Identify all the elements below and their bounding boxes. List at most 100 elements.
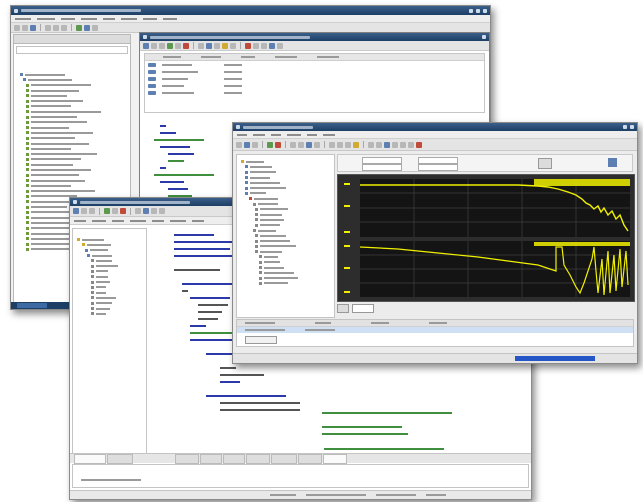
menu-item[interactable]: [237, 133, 247, 136]
toolbar-icon[interactable]: [89, 208, 95, 214]
close-icon[interactable]: [482, 35, 486, 39]
toolbar-icon[interactable]: [245, 42, 251, 49]
time-select[interactable]: [418, 164, 458, 171]
menu-item[interactable]: [192, 219, 204, 222]
toolbar-icon[interactable]: [214, 42, 220, 49]
table-row[interactable]: [237, 327, 633, 333]
menu-item[interactable]: [307, 133, 317, 136]
toolbar-icon[interactable]: [112, 208, 118, 214]
toolbar-icon[interactable]: [416, 141, 422, 148]
menu-item[interactable]: [271, 133, 281, 136]
menu-item[interactable]: [170, 219, 186, 222]
menu-item[interactable]: [103, 17, 115, 20]
toolbar-icon[interactable]: [252, 141, 258, 148]
tab-solution[interactable]: [74, 454, 106, 464]
menu-item[interactable]: [74, 219, 86, 222]
trigger-select[interactable]: [362, 164, 402, 171]
toolbar-icon[interactable]: [104, 208, 110, 214]
toolbar-icon[interactable]: [298, 141, 304, 148]
table-row[interactable]: [145, 82, 484, 89]
tab-locals[interactable]: [323, 454, 347, 464]
range-select[interactable]: [418, 157, 458, 164]
toolbar-icon[interactable]: [392, 141, 398, 148]
scope-plot-area[interactable]: [337, 174, 635, 302]
zoom-out-icon[interactable]: [337, 141, 343, 148]
portal-view-button[interactable]: [17, 303, 47, 308]
record-button[interactable]: [245, 336, 277, 344]
menu-item[interactable]: [130, 219, 146, 222]
menu-item[interactable]: [92, 219, 106, 222]
channel-tab[interactable]: [352, 303, 374, 313]
table-row[interactable]: [145, 89, 484, 96]
new-icon[interactable]: [14, 24, 20, 31]
menu-item[interactable]: [61, 17, 75, 20]
zoom-in-icon[interactable]: [329, 141, 335, 148]
minimize-icon[interactable]: [469, 8, 473, 13]
tab-classes[interactable]: [107, 454, 133, 464]
toolbar-icon[interactable]: [408, 141, 414, 148]
toolbar-icon[interactable]: [159, 208, 165, 214]
toolbar-icon[interactable]: [368, 141, 374, 148]
toolbar-icon[interactable]: [183, 42, 189, 49]
copy-icon[interactable]: [53, 24, 59, 31]
toolbar-icon[interactable]: [206, 42, 212, 49]
toolbar-icon[interactable]: [143, 208, 149, 214]
cursor-icon[interactable]: [353, 141, 359, 148]
toolbar-icon[interactable]: [159, 42, 165, 49]
menu-item[interactable]: [143, 17, 157, 20]
toolbar-icon[interactable]: [73, 208, 79, 214]
toolbar-icon[interactable]: [222, 42, 228, 49]
menu-item[interactable]: [163, 17, 177, 20]
toolbar-icon[interactable]: [230, 42, 236, 49]
toolbar-icon[interactable]: [151, 42, 157, 49]
record-stop-icon[interactable]: [275, 141, 281, 148]
toolbar-icon[interactable]: [376, 141, 382, 148]
toolbar-icon[interactable]: [277, 42, 283, 49]
toolbar-icon[interactable]: [167, 42, 173, 49]
channel-select[interactable]: [362, 157, 402, 164]
table-row[interactable]: [145, 68, 484, 75]
menu-item[interactable]: [121, 17, 137, 20]
pan-icon[interactable]: [345, 141, 351, 148]
menu-item[interactable]: [287, 133, 301, 136]
project-tree-search[interactable]: [16, 46, 128, 54]
menu-item[interactable]: [152, 219, 164, 222]
cut-icon[interactable]: [45, 24, 51, 31]
tab-callstack[interactable]: [271, 454, 297, 464]
menu-item[interactable]: [81, 17, 97, 20]
toolbar-icon[interactable]: [175, 42, 181, 49]
table-row[interactable]: [145, 61, 484, 68]
maximize-icon[interactable]: [476, 8, 480, 13]
download-icon[interactable]: [84, 24, 90, 31]
tab-breakpoints[interactable]: [298, 454, 322, 464]
toolbar-icon[interactable]: [261, 42, 267, 49]
tab-find[interactable]: [223, 454, 245, 464]
menu-item[interactable]: [253, 133, 265, 136]
toolbar-icon[interactable]: [143, 42, 149, 49]
toolbar-icon[interactable]: [269, 42, 275, 49]
toolbar-icon[interactable]: [244, 141, 250, 148]
close-icon[interactable]: [630, 125, 634, 129]
paste-icon[interactable]: [61, 24, 67, 31]
toolbar-icon[interactable]: [314, 141, 320, 148]
record-start-icon[interactable]: [267, 141, 273, 148]
menu-item[interactable]: [112, 219, 124, 222]
menu-item[interactable]: [15, 17, 31, 20]
table-row[interactable]: [145, 75, 484, 82]
go-online-icon[interactable]: [92, 24, 98, 31]
toolbar-icon[interactable]: [135, 208, 141, 214]
compile-icon[interactable]: [76, 24, 82, 31]
toolbar-icon[interactable]: [198, 42, 204, 49]
menu-item[interactable]: [37, 17, 55, 20]
toolbar-icon[interactable]: [151, 208, 157, 214]
toolbar-icon[interactable]: [400, 141, 406, 148]
close-icon[interactable]: [483, 8, 487, 13]
toolbar-icon[interactable]: [384, 141, 390, 148]
menu-item[interactable]: [323, 133, 335, 136]
minimize-icon[interactable]: [623, 125, 627, 129]
toolbar-icon[interactable]: [236, 141, 242, 148]
toolbar-icon[interactable]: [306, 141, 312, 148]
open-icon[interactable]: [22, 24, 28, 31]
toolbar-icon[interactable]: [253, 42, 259, 49]
channel-tab[interactable]: [337, 303, 349, 313]
